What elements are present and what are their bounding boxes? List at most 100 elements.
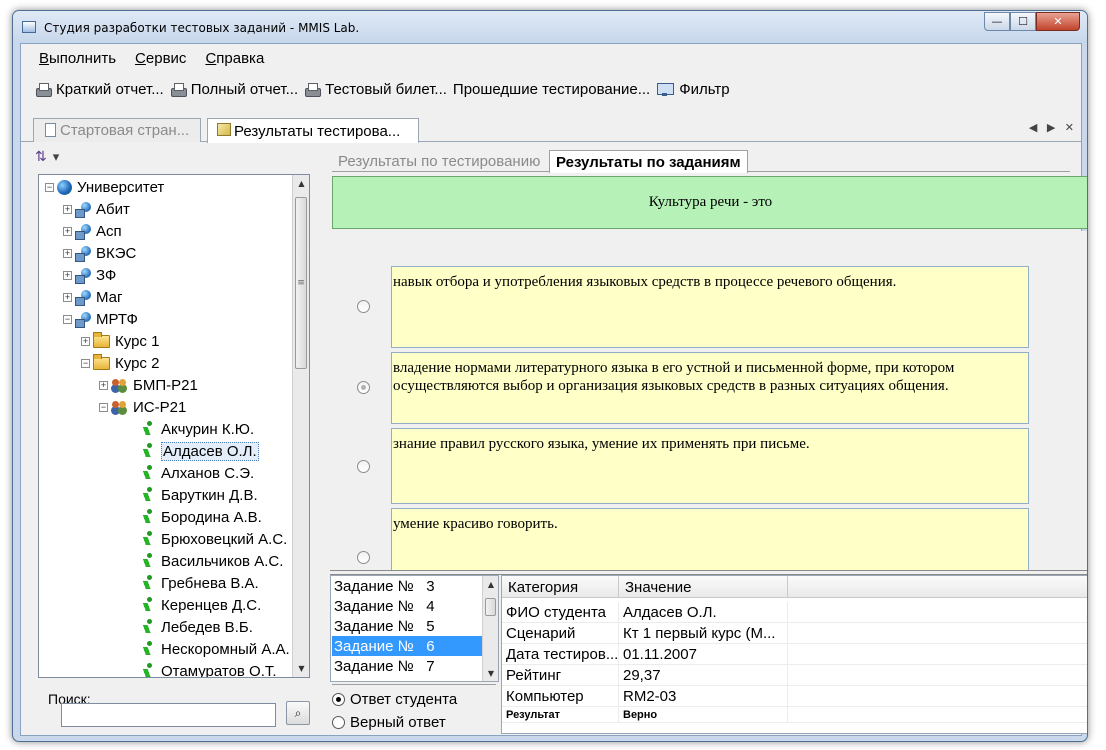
expand-icon[interactable]: +: [63, 292, 72, 302]
scroll-up-arrow[interactable]: ▲: [293, 175, 309, 192]
answer-option-2[interactable]: владение нормами литературного языка в е…: [391, 352, 1029, 424]
tree-item[interactable]: + ВКЭС: [63, 242, 136, 264]
properties-grid[interactable]: Категория Значение ФИО студента Алдасев …: [501, 575, 1087, 734]
task-scrollbar[interactable]: ▲ ▼: [482, 576, 498, 681]
correct-answer-option[interactable]: Верный ответ: [332, 712, 446, 732]
menu-help[interactable]: Справка: [205, 50, 264, 67]
property-category: Компьютер: [502, 686, 619, 707]
answer-radio-4[interactable]: [357, 551, 370, 564]
dropdown-arrow-icon[interactable]: ▾: [53, 150, 60, 165]
expand-icon[interactable]: +: [63, 226, 72, 236]
tree-item[interactable]: + Абит: [63, 198, 130, 220]
student-answer-radio[interactable]: [332, 692, 345, 706]
task-item-7[interactable]: Задание № 7: [332, 656, 483, 676]
answer-option-1[interactable]: навык отбора и употребления языковых сре…: [391, 266, 1029, 348]
column-header-value[interactable]: Значение: [619, 576, 788, 598]
tree-item[interactable]: Васильчиков А.С.: [131, 550, 283, 572]
tab-start-page[interactable]: Стартовая стран...: [33, 118, 201, 142]
task-scroll-down-arrow[interactable]: ▼: [483, 665, 498, 681]
correct-answer-radio[interactable]: [332, 715, 345, 729]
tree-item[interactable]: Отамуратов О.Т.: [131, 660, 277, 677]
tree-item[interactable]: Гребнева В.А.: [131, 572, 259, 594]
close-button[interactable]: ✕: [1036, 12, 1080, 31]
scroll-thumb[interactable]: ≡: [295, 197, 307, 369]
maximize-button[interactable]: ☐: [1010, 12, 1036, 31]
filter-label: Фильтр: [679, 80, 730, 98]
search-button[interactable]: ⌕: [286, 701, 310, 725]
collapse-icon[interactable]: −: [63, 314, 72, 324]
tab-nav-controls[interactable]: ◀ ▶ ✕: [1029, 121, 1077, 134]
tree-item[interactable]: Брюховецкий А.С.: [131, 528, 287, 550]
collapse-icon[interactable]: −: [99, 402, 108, 412]
title-bar[interactable]: Студия разработки тестовых заданий - MMI…: [13, 11, 1087, 43]
tree-item[interactable]: Нескоромный А.А.: [131, 638, 290, 660]
answer-radio-2[interactable]: [357, 381, 370, 394]
tree-item[interactable]: + Маг: [63, 286, 122, 308]
expand-icon[interactable]: +: [63, 248, 72, 258]
property-row[interactable]: Дата тестиров... 01.11.2007: [502, 644, 1087, 665]
tree-item-label: Абит: [96, 200, 130, 218]
passed-testing-button[interactable]: Прошедшие тестирование...: [453, 81, 650, 98]
tree-item[interactable]: + ЗФ: [63, 264, 116, 286]
tree-item[interactable]: Лебедев В.Б.: [131, 616, 253, 638]
tree-item-label: Васильчиков А.С.: [161, 552, 284, 570]
property-row[interactable]: Результат Верно: [502, 707, 1087, 723]
menu-service-mnemonic: С: [135, 49, 146, 67]
task-item-5[interactable]: Задание № 5: [332, 616, 483, 636]
task-item-4[interactable]: Задание № 4: [332, 596, 483, 616]
answer-option-4[interactable]: умение красиво говорить.: [391, 508, 1029, 570]
filter-button[interactable]: Фильтр: [656, 80, 730, 98]
answer-radio-3[interactable]: [357, 460, 370, 473]
answer-option-3[interactable]: знание правил русского языка, умение их …: [391, 428, 1029, 504]
minimize-button[interactable]: —: [984, 12, 1010, 31]
tree-item[interactable]: − ИС-Р21: [99, 396, 186, 418]
menu-service[interactable]: Сервис: [135, 50, 186, 67]
tree-item[interactable]: + Курс 1: [81, 330, 159, 352]
tab-results-by-task[interactable]: Результаты по заданиям: [549, 150, 748, 173]
property-value: 29,37: [619, 665, 788, 686]
tree-toolbar[interactable]: ⇅ ▾: [35, 146, 85, 168]
property-row[interactable]: ФИО студента Алдасев О.Л.: [502, 602, 1087, 623]
tree-item[interactable]: Алханов С.Э.: [131, 462, 254, 484]
expand-icon[interactable]: +: [81, 336, 90, 346]
tree-item[interactable]: − МРТФ: [63, 308, 138, 330]
tab-results-by-testing[interactable]: Результаты по тестированию: [332, 150, 546, 172]
collapse-icon[interactable]: −: [81, 358, 90, 368]
task-item-3[interactable]: Задание № 3: [332, 576, 483, 596]
property-row[interactable]: Компьютер RM2-03: [502, 686, 1087, 707]
tree-item[interactable]: Баруткин Д.В.: [131, 484, 258, 506]
student-icon: [139, 531, 156, 547]
sort-icon[interactable]: ⇅: [35, 149, 47, 165]
expand-icon[interactable]: +: [63, 204, 72, 214]
tree-item[interactable]: + Асп: [63, 220, 122, 242]
collapse-icon[interactable]: −: [45, 182, 54, 192]
answer-radio-1[interactable]: [357, 300, 370, 313]
tree-item[interactable]: + БМП-Р21: [99, 374, 198, 396]
test-ticket-button[interactable]: Тестовый билет...: [304, 81, 447, 98]
organization-tree[interactable]: − Университет + Абит + Асп + ВКЭС + ЗФ + Маг − МРТФ + К…: [38, 174, 310, 678]
task-scroll-thumb[interactable]: [485, 598, 496, 616]
task-list[interactable]: Задание № 3 Задание № 4 Задание № 5 Зада…: [330, 575, 499, 682]
tree-item[interactable]: Бородина А.В.: [131, 506, 262, 528]
tree-item[interactable]: − Курс 2: [81, 352, 159, 374]
student-answer-option[interactable]: Ответ студента: [332, 689, 457, 709]
tree-item[interactable]: − Университет: [45, 176, 164, 198]
tree-item[interactable]: Алдасев О.Л.: [131, 440, 259, 462]
task-item-6[interactable]: Задание № 6: [332, 636, 483, 656]
property-row[interactable]: Рейтинг 29,37: [502, 665, 1087, 686]
brief-report-button[interactable]: Краткий отчет...: [35, 81, 164, 98]
column-header-category[interactable]: Категория: [502, 576, 619, 598]
tree-scrollbar[interactable]: ▲ ≡ ▼: [292, 175, 309, 677]
tree-item[interactable]: Акчурин К.Ю.: [131, 418, 254, 440]
toolbar: Краткий отчет... Полный отчет... Тестовы…: [21, 76, 1081, 102]
expand-icon[interactable]: +: [63, 270, 72, 280]
full-report-button[interactable]: Полный отчет...: [170, 81, 298, 98]
tab-test-results[interactable]: Результаты тестирова...: [207, 118, 419, 143]
search-input[interactable]: [61, 703, 276, 727]
property-row[interactable]: Сценарий Кт 1 первый курс (М...: [502, 623, 1087, 644]
tree-item[interactable]: Керенцев Д.С.: [131, 594, 261, 616]
expand-icon[interactable]: +: [99, 380, 108, 390]
menu-execute[interactable]: Выполнить: [39, 50, 116, 67]
scroll-down-arrow[interactable]: ▼: [293, 660, 309, 677]
task-scroll-up-arrow[interactable]: ▲: [483, 576, 498, 592]
